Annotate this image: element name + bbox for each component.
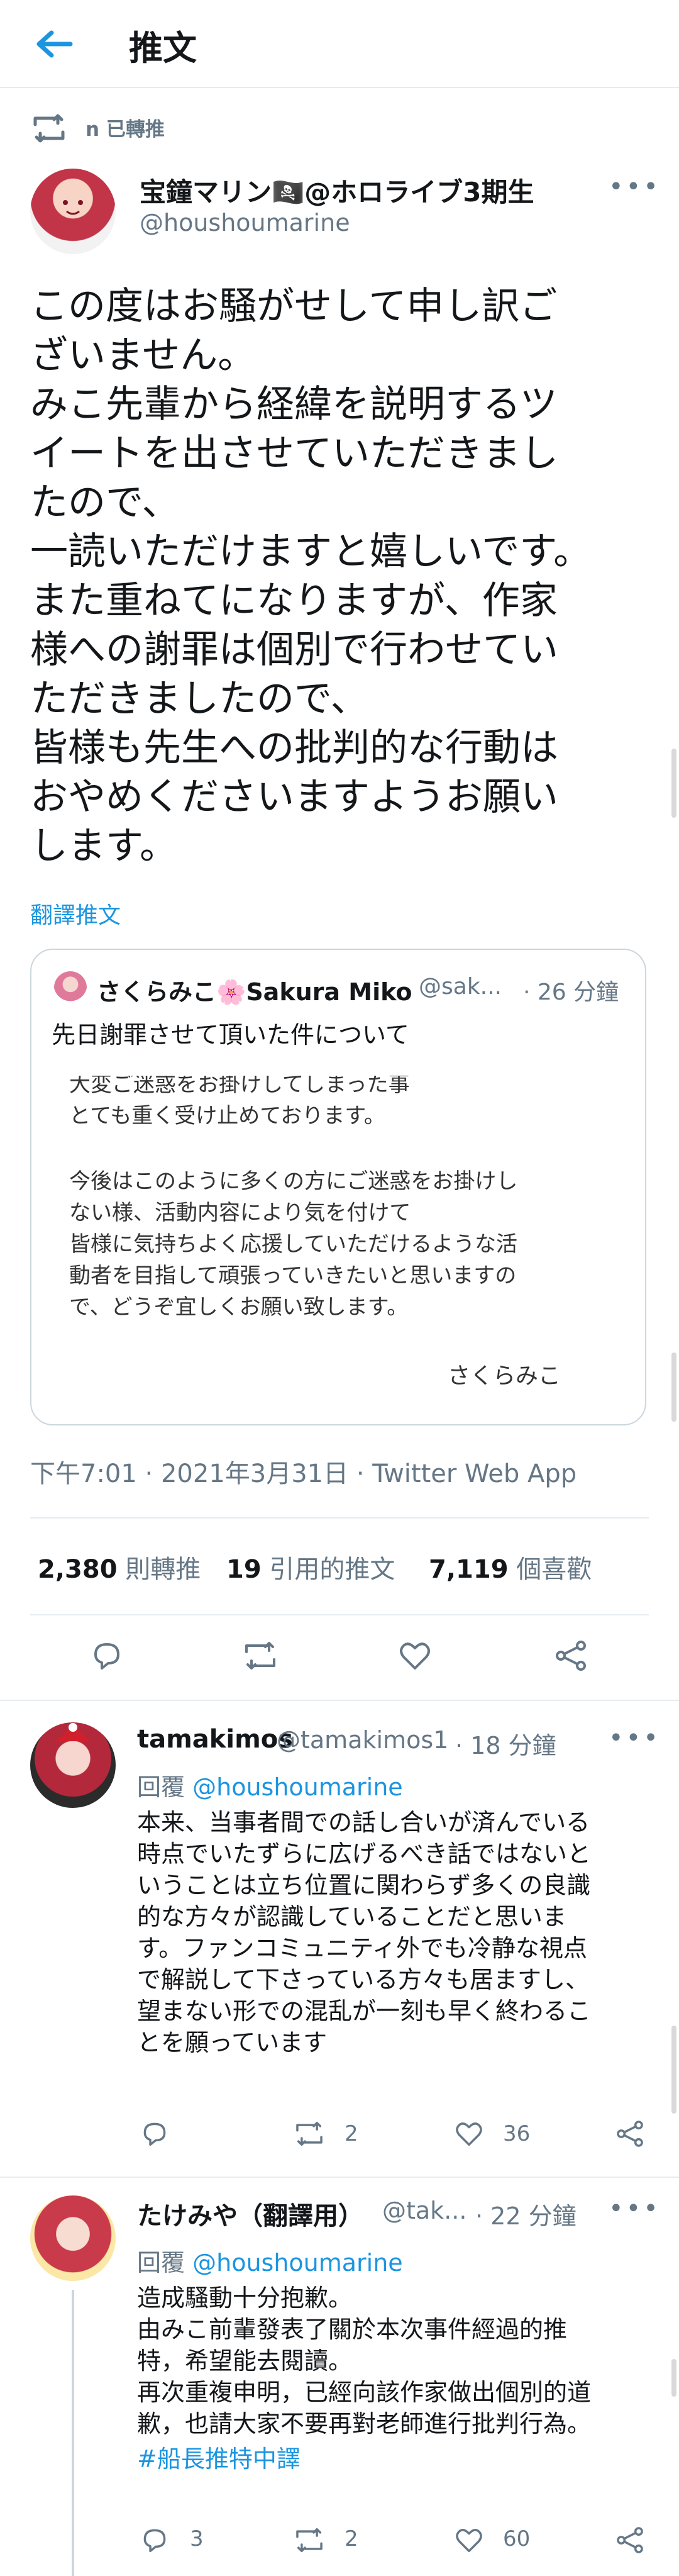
quoted-author-avatar: [54, 971, 87, 1004]
quote-count[interactable]: 19 引用的推文: [226, 1549, 395, 1585]
scrollbar[interactable]: [671, 2026, 676, 2114]
reply-author-name[interactable]: tamakimos: [137, 1725, 293, 1754]
quoted-image-line: 皆様に気持ちよく応援していただけるような活: [69, 1232, 517, 1257]
reply-like-count: 60: [503, 2526, 531, 2551]
reply-avatar[interactable]: [30, 2195, 116, 2281]
quoted-image-line: ない様、活動内容により気を付けて: [69, 1200, 411, 1225]
quoted-tweet-text: 先日謝罪させて頂いた件について: [52, 1021, 409, 1049]
reply-author-handle[interactable]: @tak...: [382, 2197, 466, 2224]
quote-count-value: 19: [226, 1555, 262, 1584]
like-count-label: 個喜歡: [516, 1555, 592, 1584]
like-icon[interactable]: [444, 2109, 494, 2159]
quoted-image-line: 動者を目指して頑張っていきたいと思いますの: [69, 1263, 517, 1288]
quoted-author-handle: @sak...: [419, 974, 502, 1000]
reply-time: · 22 分鐘: [475, 2202, 577, 2230]
quote-count-label: 引用的推文: [269, 1555, 395, 1584]
reply-to-prefix: 回覆: [137, 2249, 185, 2277]
divider: [30, 1517, 649, 1519]
reply-to-line: 回覆 @houshoumarine: [137, 1768, 403, 1802]
quoted-image-signature: さくらみこ: [448, 1363, 561, 1389]
quoted-time: · 26 分鐘: [523, 979, 619, 1005]
retweet-count[interactable]: 2,380 則轉推: [38, 1549, 201, 1585]
reply-icon[interactable]: [82, 1631, 132, 1681]
reply-author-name[interactable]: たけみや（翻譯用）: [137, 2195, 363, 2232]
tweet-timestamp[interactable]: 下午7:01 · 2021年3月31日 · Twitter Web App: [30, 1453, 577, 1490]
retweet-icon[interactable]: [235, 1631, 285, 1681]
retweet-icon[interactable]: [284, 2109, 334, 2159]
reply-text: 本来、当事者間での話し合いが済んでいる 時点でいたずらに広げるべき話ではないと …: [137, 1809, 592, 2056]
quoted-image-line: 大変ご迷惑をお掛けしてしまった事: [69, 1076, 410, 1097]
hashtag-link[interactable]: #船長推特中譯: [137, 2439, 301, 2474]
reply-to-prefix: 回覆: [137, 1773, 185, 1801]
reply-text: 造成騷動十分抱歉。 由みこ前輩發表了關於本次事件經過的推 特，希望能去閱讀。 再…: [137, 2284, 592, 2438]
retweet-count-label: 則轉推: [125, 1555, 201, 1584]
quoted-image-line: とても重く受け止めております。: [69, 1103, 385, 1129]
scrollbar[interactable]: [671, 749, 676, 818]
like-count-value: 7,119: [429, 1555, 509, 1584]
retweeted-by-label: n 已轉推: [86, 118, 165, 141]
author-name[interactable]: 宝鐘マリン🏴‍☠️@ホロライブ3期生: [140, 171, 534, 209]
reply-to-mention[interactable]: @houshoumarine: [192, 2249, 403, 2277]
reply-retweet-count: 2: [345, 2121, 358, 2146]
share-icon[interactable]: [546, 1631, 596, 1681]
reply-reply-count: 3: [190, 2526, 204, 2551]
quoted-image-line: で、どうぞ宜しくお願い致します。: [69, 1295, 409, 1320]
thread-line: [72, 2290, 74, 2576]
quoted-image[interactable]: 大変ご迷惑をお掛けしてしまった事 とても重く受け止めております。 今後はこのよう…: [43, 1076, 634, 1415]
share-icon[interactable]: [605, 2109, 655, 2159]
more-options-icon[interactable]: •••: [609, 172, 661, 201]
divider: [0, 1700, 679, 1701]
reply-retweet-count: 2: [345, 2526, 358, 2551]
scrollbar[interactable]: [671, 1352, 676, 1422]
more-options-icon[interactable]: •••: [609, 1724, 661, 1753]
page-title: 推文: [129, 28, 197, 68]
reply-to-line: 回覆 @houshoumarine: [137, 2243, 403, 2278]
divider: [30, 1614, 649, 1615]
reply-to-mention[interactable]: @houshoumarine: [192, 1773, 403, 1801]
retweet-count-value: 2,380: [38, 1555, 118, 1584]
translate-tweet-link[interactable]: 翻譯推文: [30, 897, 121, 930]
more-options-icon[interactable]: •••: [609, 2194, 661, 2223]
like-icon[interactable]: [390, 1631, 440, 1681]
share-icon[interactable]: [605, 2515, 655, 2565]
author-avatar[interactable]: [30, 169, 116, 254]
reply-time: · 18 分鐘: [455, 1732, 556, 1759]
author-handle[interactable]: @houshoumarine: [140, 209, 350, 237]
reply-icon[interactable]: [130, 2515, 180, 2565]
reply-avatar[interactable]: [30, 1722, 116, 1808]
scrollbar[interactable]: [671, 2359, 676, 2397]
quoted-author-name: さくらみこ🌸Sakura Miko: [97, 978, 412, 1006]
retweet-icon[interactable]: [284, 2515, 334, 2565]
like-count[interactable]: 7,119 個喜歡: [429, 1549, 592, 1585]
tweet-text: この度はお騒がせして申し訳ご ざいません。 みこ先輩から経緯を説明するツ イート…: [30, 284, 592, 868]
retweet-icon: [29, 109, 69, 147]
back-arrow-icon[interactable]: [31, 25, 75, 63]
divider: [0, 2177, 679, 2178]
reply-icon[interactable]: [130, 2109, 180, 2159]
quoted-image-line: 今後はこのように多くの方にご迷惑をお掛けし: [69, 1169, 518, 1194]
top-bar: [0, 0, 679, 88]
reply-author-handle[interactable]: @tamakimos1: [277, 1726, 448, 1754]
like-icon[interactable]: [444, 2515, 494, 2565]
reply-like-count: 36: [503, 2121, 531, 2146]
